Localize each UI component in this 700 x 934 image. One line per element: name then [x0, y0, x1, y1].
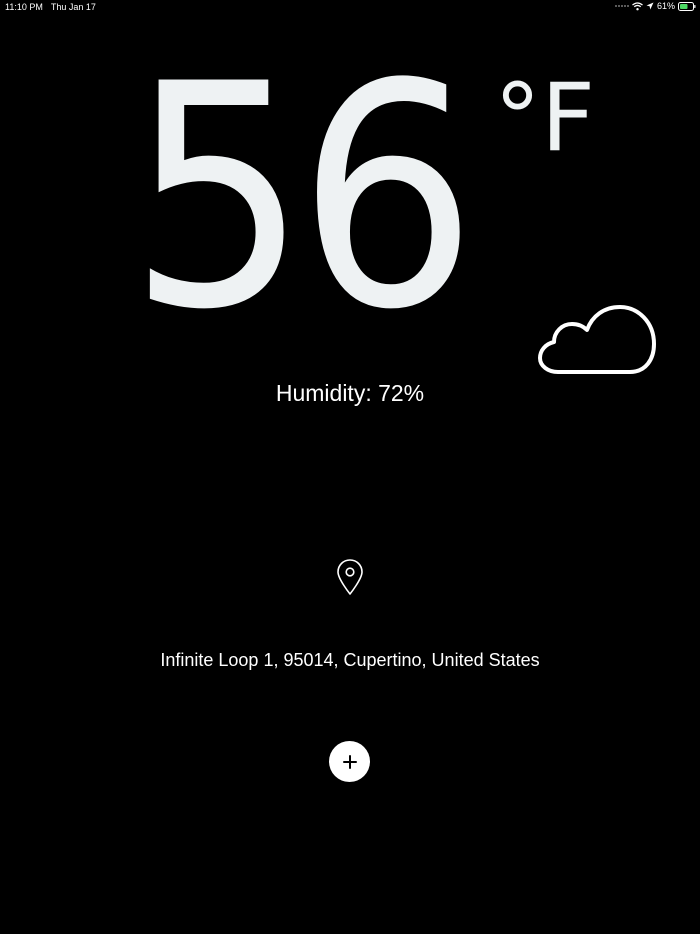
temperature-unit: °F — [494, 64, 596, 173]
status-bar-right: 61% — [614, 1, 696, 11]
battery-icon — [678, 1, 696, 11]
signal-dots-icon — [614, 5, 629, 7]
cloud-icon — [538, 305, 656, 374]
location-address: Infinite Loop 1, 95014, Cupertino, Unite… — [160, 650, 540, 670]
humidity-label: Humidity: 72% — [275, 380, 425, 406]
add-location-button[interactable] — [329, 741, 370, 782]
battery-percentage: 61% — [656, 1, 675, 11]
status-bar-left: 11:10 PM Thu Jan 17 — [5, 2, 96, 12]
status-time: 11:10 PM — [5, 2, 43, 12]
status-bar: 11:10 PM Thu Jan 17 61% — [0, 0, 700, 14]
map-pin-icon — [337, 559, 363, 595]
plus-icon — [342, 754, 357, 769]
wifi-icon — [632, 1, 643, 11]
location-arrow-icon — [646, 2, 654, 10]
status-date: Thu Jan 17 — [50, 2, 96, 12]
temperature-value: 56 — [128, 18, 478, 377]
